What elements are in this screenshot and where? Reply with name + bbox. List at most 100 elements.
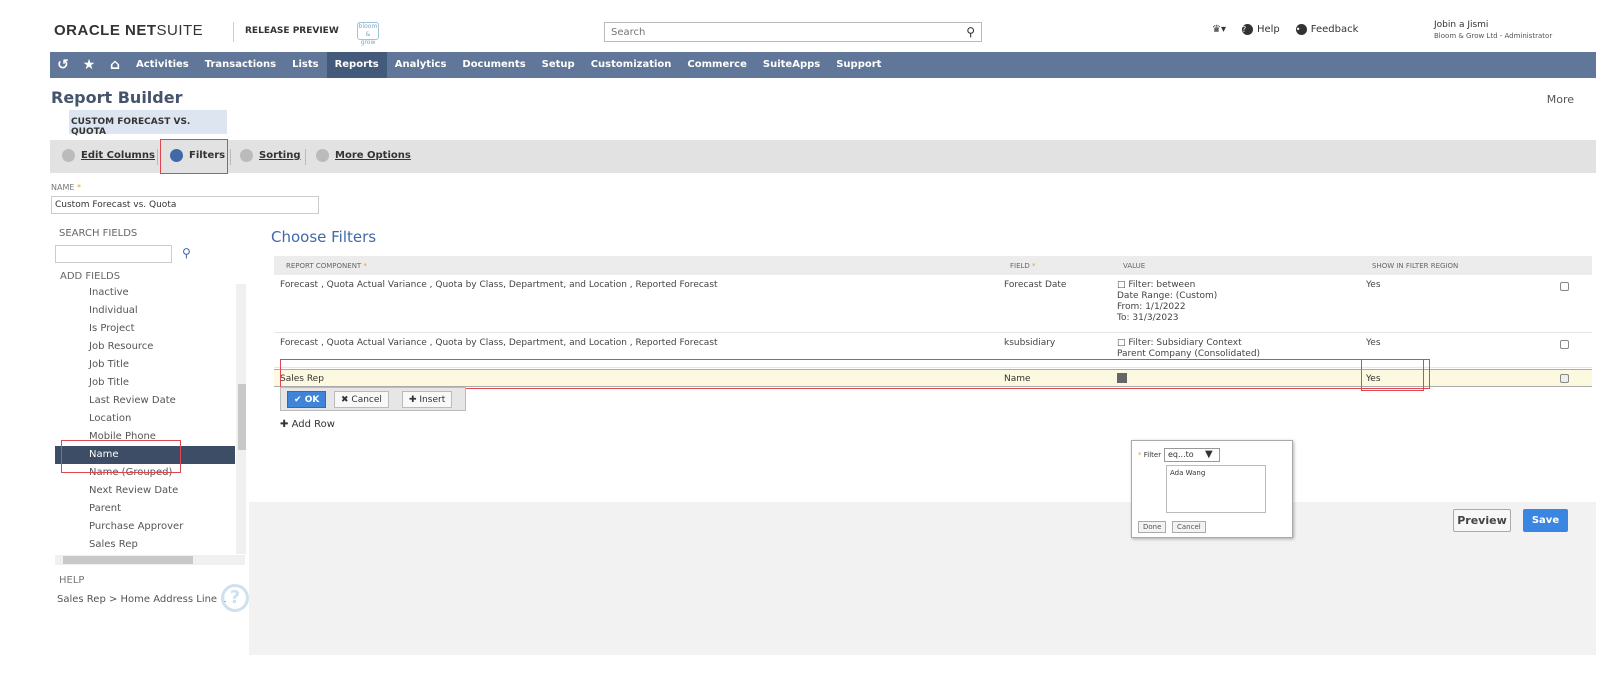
list-item[interactable]: Individual — [55, 302, 235, 320]
nav-support[interactable]: Support — [828, 52, 889, 78]
builder-tabs: Edit Columns Filters Sorting More Option… — [50, 140, 1596, 173]
nav-reports[interactable]: Reports — [326, 52, 387, 78]
star-icon[interactable]: ★ — [76, 57, 102, 73]
nav-activities[interactable]: Activities — [128, 52, 197, 78]
list-item[interactable]: Purchase Approver — [55, 518, 235, 536]
people-icon: ♛▾ — [1212, 24, 1226, 35]
nav-lists[interactable]: Lists — [284, 52, 326, 78]
search-icon[interactable]: ⚲ — [182, 246, 191, 260]
required-icon: * — [363, 262, 367, 270]
search-fields-label: SEARCH FIELDS — [59, 228, 138, 239]
home-icon[interactable]: ⌂ — [102, 57, 128, 73]
row-checkbox[interactable] — [1560, 282, 1569, 291]
table-row[interactable]: Forecast , Quota Actual Variance , Quota… — [274, 276, 1592, 333]
logo-bold-text: ORACLE NET — [54, 22, 157, 39]
cell-component: Forecast , Quota Actual Variance , Quota… — [280, 338, 718, 348]
row-checkbox[interactable] — [1560, 374, 1569, 383]
tab-label: Sorting — [259, 150, 301, 161]
fields-hscrollbar[interactable] — [55, 555, 245, 565]
list-item[interactable]: Inactive — [55, 284, 235, 302]
highlight-box — [1361, 359, 1424, 391]
list-item[interactable]: Next Review Date — [55, 482, 235, 500]
list-item[interactable]: Job Title — [55, 374, 235, 392]
ok-button[interactable]: ✔ OK — [287, 391, 327, 408]
list-item[interactable]: Sales Rep — [55, 536, 235, 554]
required-icon: * — [1138, 451, 1142, 459]
list-item[interactable]: Job Title — [55, 356, 235, 374]
popup-label-text: Filter — [1143, 451, 1162, 459]
col-value: VALUE — [1123, 262, 1146, 270]
user-role: Bloom & Grow Ltd - Administrator — [1434, 32, 1553, 40]
list-item[interactable]: Parent — [55, 500, 235, 518]
help-button[interactable]: ? Help — [1241, 24, 1280, 35]
feedback-icon: • — [1295, 24, 1307, 35]
value-line: From: 1/1/2022 — [1117, 302, 1186, 312]
cell-show: Yes — [1366, 338, 1381, 348]
help-bubble-icon: ? — [221, 584, 249, 612]
nav-setup[interactable]: Setup — [534, 52, 583, 78]
nav-transactions[interactable]: Transactions — [197, 52, 284, 78]
value-text: Filter: between — [1128, 280, 1196, 290]
global-search[interactable]: ⚲ — [604, 22, 982, 42]
popup-done-button[interactable]: Done — [1138, 521, 1167, 533]
button-label: Cancel — [351, 395, 382, 405]
search-fields-input[interactable] — [55, 245, 172, 263]
highlight-box — [61, 440, 181, 473]
required-icon: * — [76, 183, 81, 192]
nav-customization[interactable]: Customization — [583, 52, 680, 78]
popup-cancel-button[interactable]: Cancel — [1172, 521, 1206, 533]
cancel-button[interactable]: ✖ Cancel — [334, 391, 389, 408]
step-circle-icon — [316, 149, 329, 162]
nav-suiteapps[interactable]: SuiteApps — [755, 52, 828, 78]
filter-icon: □ — [1117, 280, 1126, 290]
nav-analytics[interactable]: Analytics — [387, 52, 455, 78]
add-row-label: Add Row — [291, 419, 335, 430]
tab-label: More Options — [335, 150, 411, 161]
choose-filters-heading: Choose Filters — [271, 228, 377, 246]
tab-divider — [157, 149, 158, 165]
list-item[interactable]: Is Project — [55, 320, 235, 338]
nav-commerce[interactable]: Commerce — [679, 52, 754, 78]
list-item[interactable]: Location — [55, 410, 235, 428]
filter-value-textarea[interactable]: Ada Wang — [1166, 465, 1266, 513]
more-link[interactable]: More — [1547, 93, 1574, 106]
cell-value: □ Filter: between Date Range: (Custom) F… — [1117, 280, 1217, 324]
logo-divider — [233, 22, 234, 42]
search-icon[interactable]: ⚲ — [966, 25, 975, 39]
preview-button[interactable]: Preview — [1453, 509, 1511, 532]
recent-records-button[interactable]: ♛▾ — [1212, 24, 1226, 35]
recent-icon[interactable]: ↺ — [50, 57, 76, 73]
search-input[interactable] — [605, 23, 945, 41]
tab-edit-columns[interactable]: Edit Columns — [62, 149, 155, 162]
top-bar: ORACLE NETSUITE RELEASE PREVIEW bloom & … — [0, 0, 1612, 52]
scroll-thumb[interactable] — [238, 384, 246, 450]
user-menu[interactable]: Jobin a Jismi Bloom & Grow Ltd - Adminis… — [1434, 20, 1552, 42]
insert-button[interactable]: ✚ Insert — [402, 391, 453, 408]
nav-documents[interactable]: Documents — [454, 52, 533, 78]
list-item[interactable]: Last Review Date — [55, 392, 235, 410]
help-text: Sales Rep > Home Address Line 1 — [57, 594, 227, 605]
scroll-thumb[interactable] — [63, 556, 193, 564]
report-name-input[interactable] — [51, 196, 319, 214]
chevron-down-icon[interactable]: ▼ — [1205, 449, 1213, 460]
required-icon: * — [1032, 262, 1036, 270]
add-row-link[interactable]: ✚ Add Row — [280, 419, 335, 430]
row-checkbox[interactable] — [1560, 340, 1569, 349]
feedback-button[interactable]: • Feedback — [1295, 24, 1358, 35]
fields-scrollbar[interactable] — [236, 284, 246, 554]
row-actions: ✔ OK ✖ Cancel ✚ Insert — [280, 387, 466, 411]
list-item[interactable]: Job Resource — [55, 338, 235, 356]
cell-show: Yes — [1366, 280, 1381, 290]
step-circle-icon — [62, 149, 75, 162]
tab-sorting[interactable]: Sorting — [240, 149, 301, 162]
add-fields-label: ADD FIELDS — [60, 271, 121, 282]
name-label-text: NAME — [51, 183, 75, 192]
tab-more-options[interactable]: More Options — [316, 149, 411, 162]
filter-popup: * Filter eq...to ▼ Ada Wang Done Cancel — [1131, 440, 1293, 538]
netsuite-logo[interactable]: ORACLE NETSUITE — [54, 22, 203, 39]
user-name: Jobin a Jismi — [1434, 20, 1489, 30]
save-button[interactable]: Save — [1523, 509, 1568, 532]
tab-divider — [230, 149, 231, 165]
tab-label: Edit Columns — [81, 150, 155, 161]
filter-icon: □ — [1117, 338, 1126, 348]
